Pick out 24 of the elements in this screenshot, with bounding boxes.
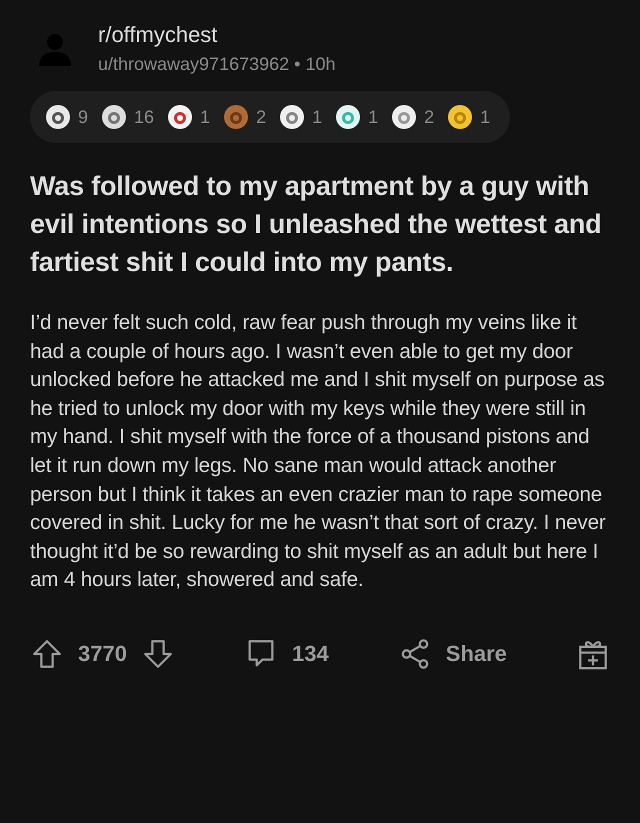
award-icon [44, 103, 72, 131]
award-icon [100, 103, 128, 131]
share-button[interactable]: Share [398, 636, 507, 671]
vote-score: 3770 [78, 640, 127, 667]
award-count: 1 [200, 106, 210, 128]
comments-button[interactable]: 134 [244, 636, 329, 671]
subreddit-name[interactable]: r/offmychest [98, 22, 336, 48]
post-title: Was followed to my apartment by a guy with evil intentions so I unleashed the wettest and fartiest shit I could into my pants. [30, 170, 602, 279]
post-body: I’d never felt such cold, raw fear push through my veins like it had a couple of hours ago. I wasn’t even able to get my door unlocked before he attacked me and I shit myself on purpose as he tried to unlock my door with my keys while they were still in my hand. I shit myself with the force of a thousand pistons and let it run down my legs. No sane man would attack another person but I think it takes an even crazier man to rape someone covered in shit. Lucky for me he wasn’t that sort of crazy. I never thought it’d be so rewarding to shit myself as an adult but here I am 4 hours later, showered and safe. [30, 310, 607, 594]
award-count: 2 [424, 106, 434, 128]
award-icon [278, 103, 306, 131]
award-count: 9 [78, 106, 88, 128]
award-icon [334, 103, 362, 131]
award-count: 1 [480, 106, 490, 128]
award-icon [166, 103, 194, 131]
awards-bar[interactable]: 9 16 1 2 1 1 2 1 [30, 91, 510, 143]
award-count: 2 [256, 106, 266, 128]
award-icon [222, 103, 250, 131]
award-icon [390, 103, 418, 131]
award-count: 16 [134, 106, 154, 128]
author-and-time: u/throwaway971673962 • 10h [98, 54, 336, 75]
award-count: 1 [368, 106, 378, 128]
award-count: 1 [312, 106, 322, 128]
award-icon [446, 103, 474, 131]
